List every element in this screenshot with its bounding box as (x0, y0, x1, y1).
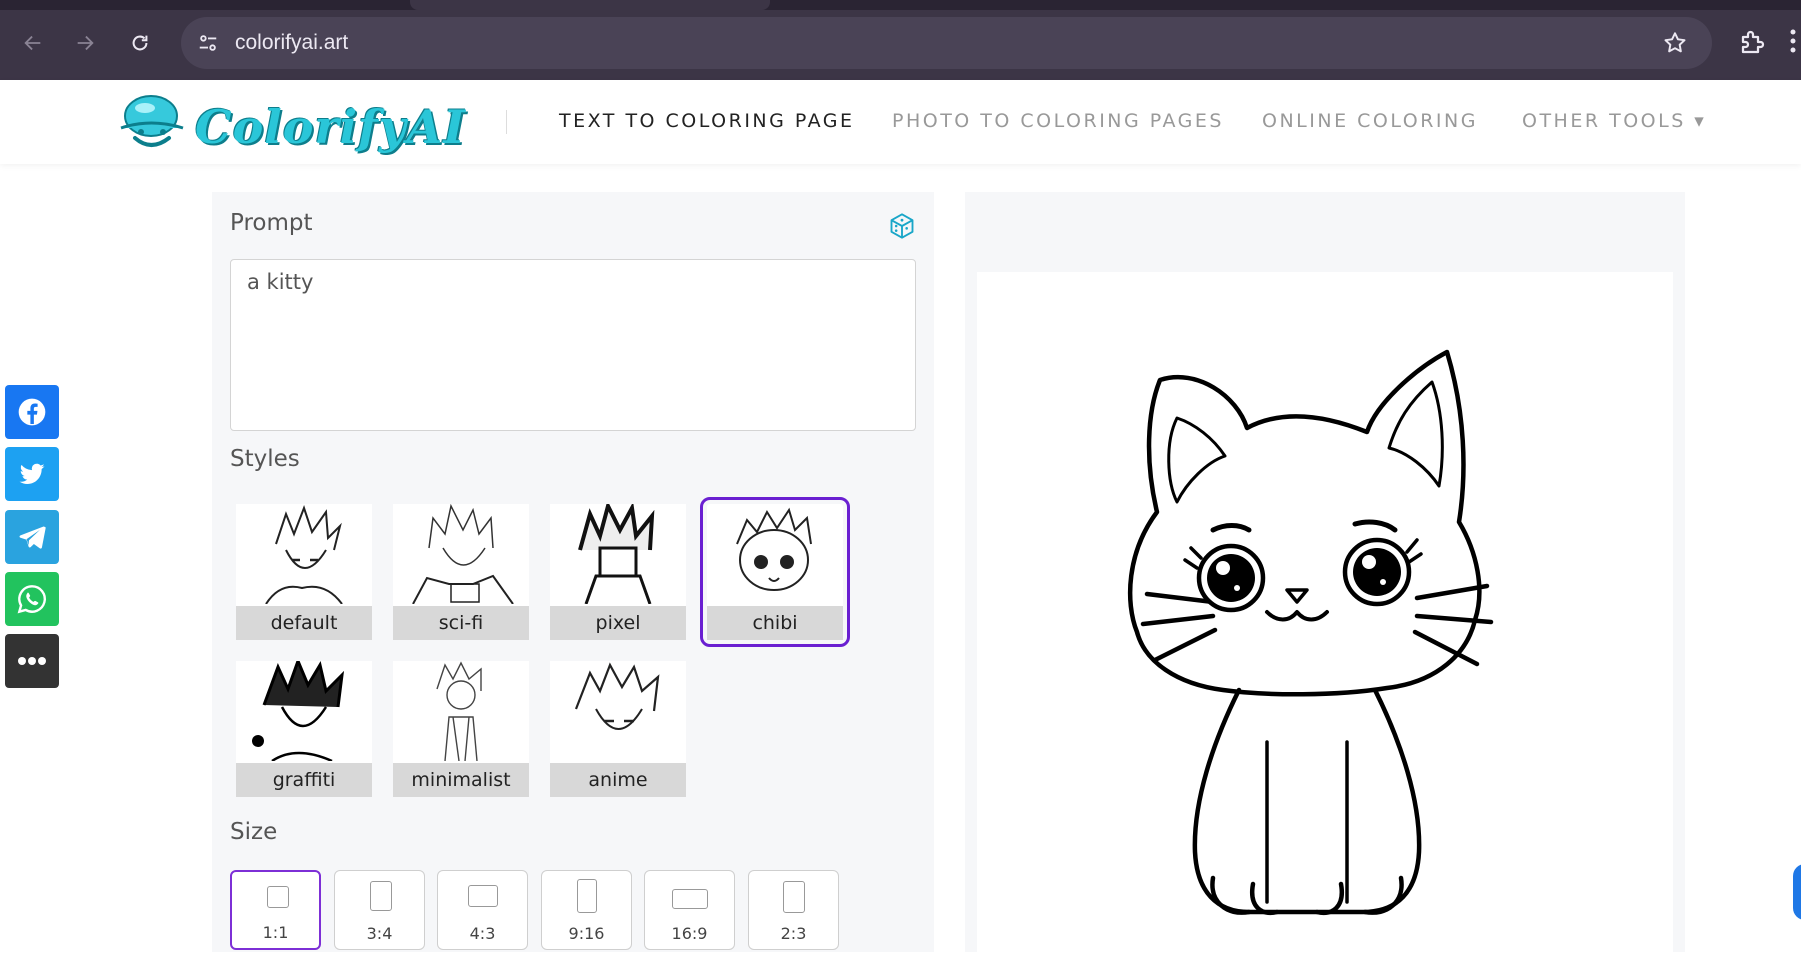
size-ratio-label: 1:1 (262, 923, 289, 942)
style-option-anime[interactable]: anime (550, 661, 686, 797)
site-header: ColorifyAI TEXT TO COLORING PAGE PHOTO T… (0, 80, 1801, 164)
arrow-right-icon[interactable] (69, 27, 101, 59)
size-label: Size (230, 819, 278, 845)
style-label: minimalist (393, 763, 529, 797)
facebook-icon (18, 398, 46, 426)
more-icon (18, 657, 46, 665)
whatsapp-icon (17, 585, 46, 614)
puzzle-icon[interactable] (1738, 27, 1768, 61)
style-label: pixel (550, 606, 686, 640)
telegram-share-button[interactable] (5, 510, 59, 564)
dice-icon[interactable] (888, 212, 916, 244)
telegram-icon (19, 526, 46, 549)
address-bar[interactable]: colorifyai.art (181, 17, 1712, 69)
size-ratio-label: 4:3 (469, 924, 496, 943)
active-tab[interactable] (410, 0, 770, 10)
styles-label: Styles (230, 446, 300, 472)
tab-strip (0, 0, 1801, 10)
result-panel (965, 192, 1685, 952)
nav-other-tools[interactable]: OTHER TOOLS ▾ (1522, 110, 1706, 132)
size-option-3-4[interactable]: 3:4 (334, 870, 425, 950)
whatsapp-share-button[interactable] (5, 572, 59, 626)
style-label: chibi (707, 606, 843, 640)
anime-style-thumbnail (574, 662, 660, 730)
ratio-tall-icon (577, 879, 597, 913)
nav-online-coloring[interactable]: ONLINE COLORING (1262, 110, 1478, 132)
size-option-4-3[interactable]: 4:3 (437, 870, 528, 950)
nav-text-to-coloring-page[interactable]: TEXT TO COLORING PAGE (559, 110, 855, 132)
size-ratio-label: 16:9 (671, 924, 708, 943)
style-label: default (236, 606, 372, 640)
tune-icon[interactable] (197, 32, 219, 58)
style-option-sci-fi[interactable]: sci-fi (393, 504, 529, 640)
style-option-pixel[interactable]: pixel (550, 504, 686, 640)
prompt-textarea[interactable]: a kitty (230, 259, 916, 431)
url-text[interactable]: colorifyai.art (235, 31, 348, 55)
size-option-2-3[interactable]: 2:3 (748, 870, 839, 950)
ratio-portrait-icon (783, 881, 805, 913)
floating-action-tab[interactable] (1793, 864, 1801, 920)
nav-photo-to-coloring-pages[interactable]: PHOTO TO COLORING PAGES (892, 110, 1224, 132)
size-ratio-label: 2:3 (780, 924, 807, 943)
style-label: graffiti (236, 763, 372, 797)
browser-toolbar: colorifyai.art (0, 0, 1801, 80)
facebook-share-button[interactable] (5, 385, 59, 439)
chibi-style-thumbnail (736, 507, 812, 591)
size-option-9-16[interactable]: 9:16 (541, 870, 632, 950)
twitter-icon (19, 463, 45, 484)
minimalist-style-thumbnail (436, 661, 482, 761)
star-icon[interactable] (1662, 30, 1688, 60)
arrow-left-icon[interactable] (17, 27, 49, 59)
header-divider (506, 110, 507, 134)
pixel-style-thumbnail (578, 504, 655, 604)
generated-kitty-image (1127, 349, 1494, 916)
logo[interactable]: ColorifyAI (117, 88, 465, 160)
graffiti-style-thumbnail (252, 661, 345, 761)
style-label: anime (550, 763, 686, 797)
ratio-square-icon (267, 886, 289, 908)
twitter-share-button[interactable] (5, 447, 59, 501)
ratio-portrait-icon (370, 881, 392, 911)
size-ratio-label: 3:4 (366, 924, 393, 943)
more-vert-icon[interactable] (1788, 26, 1798, 60)
ratio-wide-icon (672, 889, 708, 909)
prompt-label: Prompt (230, 210, 313, 236)
style-option-graffiti[interactable]: graffiti (236, 661, 372, 797)
sci-fi-style-thumbnail (412, 504, 514, 604)
reload-icon[interactable] (124, 27, 156, 59)
style-label: sci-fi (393, 606, 529, 640)
logo-text: ColorifyAI (195, 100, 466, 154)
default-style-thumbnail (265, 505, 343, 604)
style-option-minimalist[interactable]: minimalist (393, 661, 529, 797)
more-share-button[interactable] (5, 634, 59, 688)
logo-icon (120, 95, 184, 147)
result-canvas[interactable] (977, 272, 1673, 952)
style-option-chibi[interactable]: chibi (700, 497, 850, 647)
size-option-16-9[interactable]: 16:9 (644, 870, 735, 950)
size-ratio-label: 9:16 (568, 924, 605, 943)
ratio-landscape-icon (468, 885, 498, 907)
generation-form: Prompt a kitty Styles default sci-fi pix… (212, 192, 934, 952)
style-option-default[interactable]: default (236, 504, 372, 640)
size-option-1-1[interactable]: 1:1 (230, 870, 321, 950)
